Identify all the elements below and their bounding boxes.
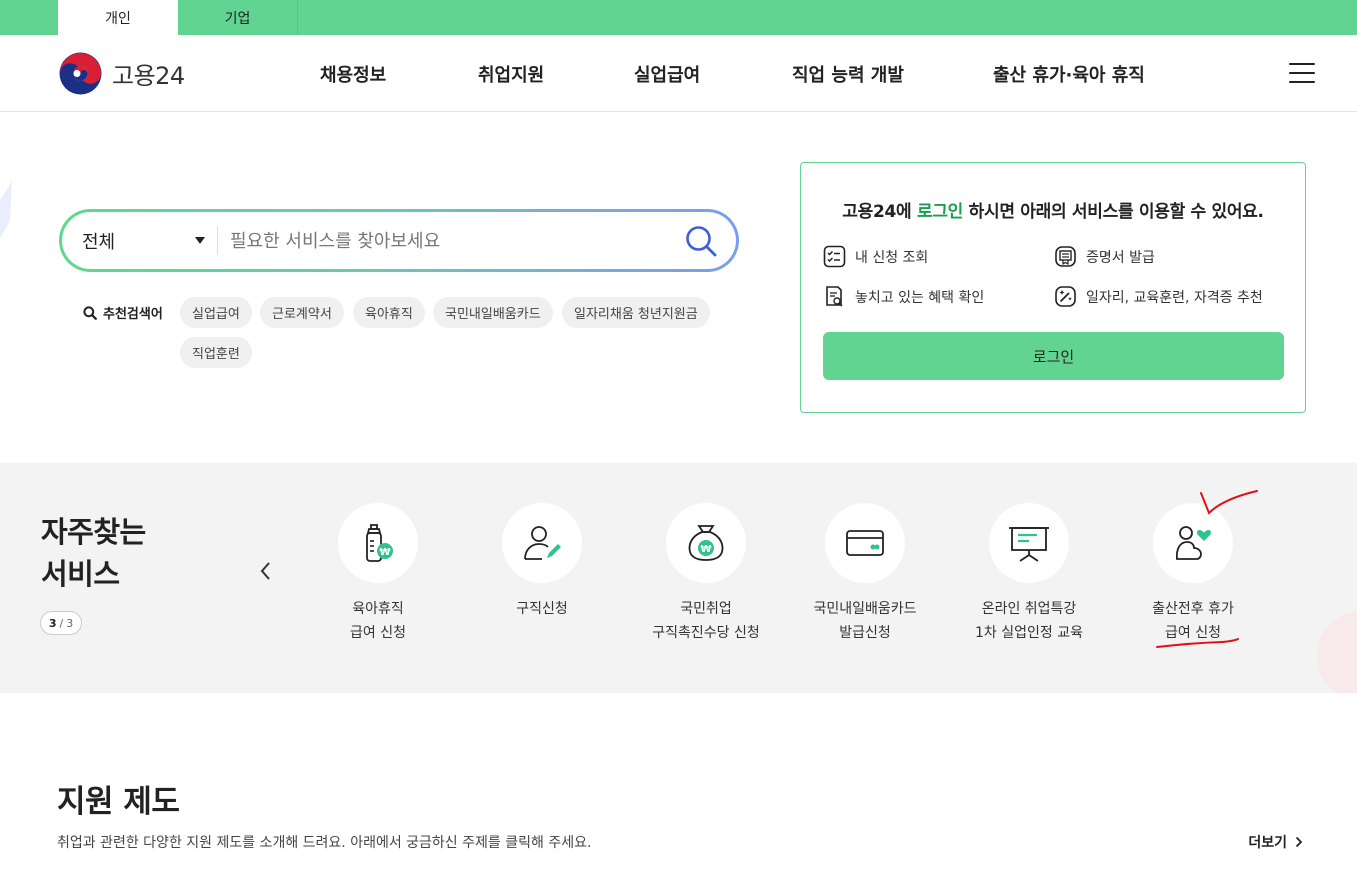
keyword-chip[interactable]: 실업급여: [180, 297, 252, 328]
service-icon-circle: [502, 503, 582, 583]
service-job-seeking-allowance[interactable]: ₩ 국민취업구직촉진수당 신청: [624, 503, 788, 645]
search-input[interactable]: [230, 225, 670, 257]
document-search-icon: [826, 286, 843, 307]
service-icon-circle: [1153, 503, 1233, 583]
section-title: 자주찾는 서비스: [41, 515, 146, 591]
feature-recommendations: 일자리, 교육훈련, 자격증 추천: [1054, 285, 1263, 308]
taegeuk-logo-icon: [59, 52, 102, 95]
keyword-chip[interactable]: 육아휴직: [353, 297, 425, 328]
logo-text: 고용24: [112, 62, 185, 90]
search-icon: [83, 305, 97, 320]
person-pen-icon: [524, 526, 561, 560]
more-link[interactable]: 더보기: [1248, 832, 1303, 852]
card-icon: [846, 530, 884, 556]
tab-personal[interactable]: 개인: [58, 0, 178, 35]
decorative-swoosh: [0, 180, 12, 238]
svg-text:₩: ₩: [379, 547, 390, 558]
service-icon-circle: [989, 503, 1069, 583]
svg-text:₩: ₩: [700, 544, 711, 555]
mother-heart-icon: [1175, 526, 1212, 560]
service-maternity-leave-benefit[interactable]: 출산전후 휴가급여 신청: [1111, 503, 1275, 645]
feature-label: 일자리, 교육훈련, 자격증 추천: [1086, 289, 1263, 306]
service-online-lecture[interactable]: 온라인 취업특강 1차 실업인정 교육: [947, 503, 1111, 645]
checklist-icon: [823, 245, 846, 268]
site-header: 고용24 채용정보 취업지원 실업급여 직업 능력 개발 출산 휴가·육아 휴직: [0, 35, 1357, 112]
more-label: 더보기: [1248, 835, 1287, 851]
service-label-line1: 국민내일배움카드: [813, 601, 917, 617]
baby-bottle-icon: ₩: [366, 524, 393, 562]
top-tab-bar: 개인 기업: [0, 0, 1357, 35]
service-label-line1: 구직신청: [516, 601, 568, 617]
feature-certificate: 증명서 발급: [1054, 245, 1155, 268]
service-label-line2: 급여 신청: [350, 625, 406, 641]
certificate-icon: [1055, 246, 1076, 267]
login-message: 고용24에 로그인 하시면 아래의 서비스를 이용할 수 있어요.: [842, 202, 1264, 222]
money-bag-icon: ₩: [688, 525, 724, 561]
service-label-line2: 발급신청: [839, 625, 891, 641]
nav-unemployment-benefit[interactable]: 실업급여: [634, 35, 700, 112]
feature-label: 내 신청 조회: [855, 249, 929, 266]
nav-job-info[interactable]: 채용정보: [320, 35, 386, 112]
frequent-services-section: 자주찾는 서비스 3/3 ₩ 육아휴직 급여 신청 구직신청 ₩ 국민취업 구직…: [0, 463, 1357, 693]
carousel-pager: 3/3: [40, 611, 82, 635]
service-icon-circle: ₩: [666, 503, 746, 583]
presentation-board-icon: [1009, 527, 1049, 562]
nav-maternity-parental-leave[interactable]: 출산 휴가·육아 휴직: [993, 35, 1145, 112]
chevron-right-icon: [1295, 836, 1303, 848]
service-label-line1: 온라인 취업특강: [981, 601, 1077, 617]
service-label-line1: 육아휴직: [352, 601, 404, 617]
service-icon-circle: [825, 503, 905, 583]
service-job-application[interactable]: 구직신청: [460, 503, 624, 621]
support-section-title: 지원 제도: [57, 784, 180, 820]
login-panel: 고용24에 로그인 하시면 아래의 서비스를 이용할 수 있어요. 내 신청 조…: [800, 162, 1306, 413]
recommended-label-text: 추천검색어: [103, 307, 163, 322]
service-label-line1: 출산전후 휴가: [1152, 601, 1234, 617]
nav-employment-support[interactable]: 취업지원: [478, 35, 544, 112]
service-label-line2: 1차 실업인정 교육: [975, 625, 1083, 641]
caret-down-icon[interactable]: [195, 237, 205, 244]
search-icon[interactable]: [684, 224, 718, 258]
keyword-chip[interactable]: 일자리채움 청년지원금: [562, 297, 710, 328]
tab-corporate[interactable]: 기업: [178, 0, 298, 35]
keyword-chip[interactable]: 국민내일배움카드: [433, 297, 553, 328]
login-highlight: 로그인: [917, 202, 964, 222]
feature-missed-benefits: 놓치고 있는 혜택 확인: [823, 285, 984, 308]
feature-my-applications: 내 신청 조회: [823, 245, 928, 268]
chevron-left-icon[interactable]: [256, 560, 276, 582]
feature-label: 증명서 발급: [1086, 249, 1155, 266]
magic-wand-icon: [1055, 286, 1076, 307]
recommended-keywords-label: 추천검색어: [83, 303, 163, 322]
service-label-line1: 국민취업: [680, 601, 732, 617]
keyword-chip[interactable]: 근로계약서: [260, 297, 344, 328]
service-learning-card[interactable]: 국민내일배움카드발급신청: [783, 503, 947, 645]
feature-label: 놓치고 있는 혜택 확인: [855, 289, 985, 306]
logo[interactable]: 고용24: [59, 52, 185, 95]
nav-job-skill-development[interactable]: 직업 능력 개발: [792, 35, 904, 112]
service-label-line2: 급여 신청: [1165, 625, 1221, 641]
service-label-line2: 구직촉진수당 신청: [652, 625, 760, 641]
hamburger-menu-icon[interactable]: [1289, 63, 1315, 83]
login-button[interactable]: 로그인: [823, 332, 1284, 380]
search-box: 전체: [59, 209, 739, 272]
support-section-desc: 취업과 관련한 다양한 지원 제도를 소개해 드려요. 아래에서 궁금하신 주제…: [57, 835, 592, 851]
service-parental-leave-benefit[interactable]: ₩ 육아휴직급여 신청: [296, 503, 460, 645]
keyword-chip[interactable]: 직업훈련: [180, 337, 252, 368]
divider: [217, 226, 218, 255]
search-category-select[interactable]: 전체: [82, 212, 115, 269]
decorative-circle: [1317, 611, 1357, 693]
service-icon-circle: ₩: [338, 503, 418, 583]
